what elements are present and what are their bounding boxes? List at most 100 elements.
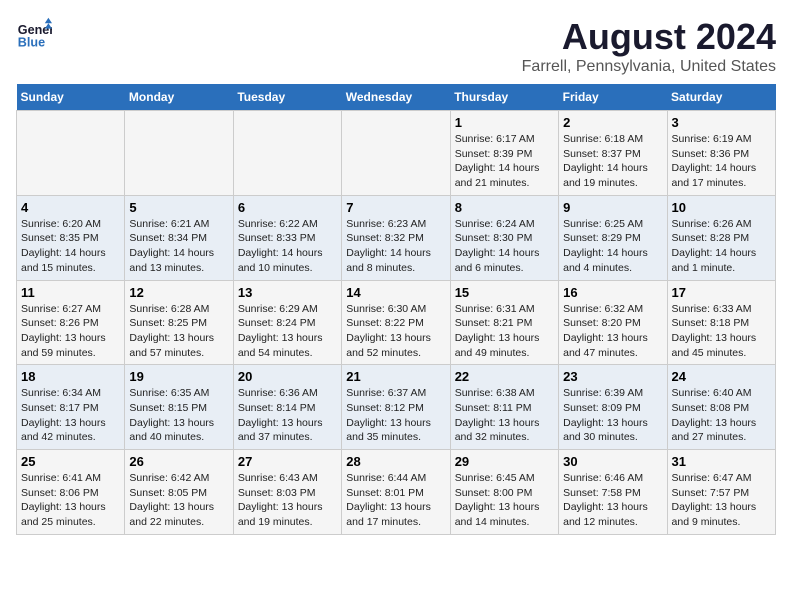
week-row: 1 Sunrise: 6:17 AM Sunset: 8:39 PM Daylig… — [17, 111, 776, 196]
day-cell — [17, 111, 125, 196]
day-cell: 19 Sunrise: 6:35 AM Sunset: 8:15 PM Dayli… — [125, 365, 233, 450]
day-cell: 22 Sunrise: 6:38 AM Sunset: 8:11 PM Dayli… — [450, 365, 558, 450]
day-number: 26 — [129, 454, 228, 469]
day-number: 19 — [129, 369, 228, 384]
day-cell: 13 Sunrise: 6:29 AM Sunset: 8:24 PM Dayli… — [233, 280, 341, 365]
calendar-header: SundayMondayTuesdayWednesdayThursdayFrid… — [17, 84, 776, 111]
day-info: Sunrise: 6:36 AM Sunset: 8:14 PM Dayligh… — [238, 386, 337, 445]
day-info: Sunrise: 6:45 AM Sunset: 8:00 PM Dayligh… — [455, 471, 554, 530]
day-info: Sunrise: 6:17 AM Sunset: 8:39 PM Dayligh… — [455, 132, 554, 191]
day-cell: 20 Sunrise: 6:36 AM Sunset: 8:14 PM Dayli… — [233, 365, 341, 450]
day-cell: 26 Sunrise: 6:42 AM Sunset: 8:05 PM Dayli… — [125, 450, 233, 535]
day-info: Sunrise: 6:29 AM Sunset: 8:24 PM Dayligh… — [238, 302, 337, 361]
day-cell: 10 Sunrise: 6:26 AM Sunset: 8:28 PM Dayli… — [667, 195, 775, 280]
calendar-table: SundayMondayTuesdayWednesdayThursdayFrid… — [16, 84, 776, 535]
calendar-body: 1 Sunrise: 6:17 AM Sunset: 8:39 PM Daylig… — [17, 111, 776, 535]
day-number: 28 — [346, 454, 445, 469]
day-cell: 12 Sunrise: 6:28 AM Sunset: 8:25 PM Dayli… — [125, 280, 233, 365]
day-number: 15 — [455, 285, 554, 300]
main-title: August 2024 — [522, 16, 776, 58]
day-number: 12 — [129, 285, 228, 300]
day-cell: 27Sunrise: 6:43 AM Sunset: 8:03 PM Dayli… — [233, 450, 341, 535]
day-number: 11 — [21, 285, 120, 300]
day-number: 8 — [455, 200, 554, 215]
day-number: 29 — [455, 454, 554, 469]
svg-text:Blue: Blue — [18, 36, 45, 50]
day-info: Sunrise: 6:34 AM Sunset: 8:17 PM Dayligh… — [21, 386, 120, 445]
day-cell: 1 Sunrise: 6:17 AM Sunset: 8:39 PM Daylig… — [450, 111, 558, 196]
day-info: Sunrise: 6:26 AM Sunset: 8:28 PM Dayligh… — [672, 217, 771, 276]
week-row: 4Sunrise: 6:20 AM Sunset: 8:35 PM Daylig… — [17, 195, 776, 280]
header-cell-monday: Monday — [125, 84, 233, 111]
day-cell: 4Sunrise: 6:20 AM Sunset: 8:35 PM Daylig… — [17, 195, 125, 280]
day-number: 25 — [21, 454, 120, 469]
day-info: Sunrise: 6:39 AM Sunset: 8:09 PM Dayligh… — [563, 386, 662, 445]
header-row: SundayMondayTuesdayWednesdayThursdayFrid… — [17, 84, 776, 111]
day-cell: 28 Sunrise: 6:44 AM Sunset: 8:01 PM Dayli… — [342, 450, 450, 535]
day-cell: 29 Sunrise: 6:45 AM Sunset: 8:00 PM Dayli… — [450, 450, 558, 535]
day-info: Sunrise: 6:33 AM Sunset: 8:18 PM Dayligh… — [672, 302, 771, 361]
day-cell: 25 Sunrise: 6:41 AM Sunset: 8:06 PM Dayli… — [17, 450, 125, 535]
day-number: 30 — [563, 454, 662, 469]
day-cell — [342, 111, 450, 196]
day-number: 23 — [563, 369, 662, 384]
day-cell: 5Sunrise: 6:21 AM Sunset: 8:34 PM Daylig… — [125, 195, 233, 280]
header-cell-thursday: Thursday — [450, 84, 558, 111]
header-cell-tuesday: Tuesday — [233, 84, 341, 111]
week-row: 18 Sunrise: 6:34 AM Sunset: 8:17 PM Dayli… — [17, 365, 776, 450]
day-number: 22 — [455, 369, 554, 384]
day-cell: 31Sunrise: 6:47 AM Sunset: 7:57 PM Dayli… — [667, 450, 775, 535]
day-info: Sunrise: 6:24 AM Sunset: 8:30 PM Dayligh… — [455, 217, 554, 276]
header-cell-sunday: Sunday — [17, 84, 125, 111]
day-number: 7 — [346, 200, 445, 215]
day-cell: 21 Sunrise: 6:37 AM Sunset: 8:12 PM Dayli… — [342, 365, 450, 450]
day-cell: 8 Sunrise: 6:24 AM Sunset: 8:30 PM Daylig… — [450, 195, 558, 280]
day-info: Sunrise: 6:40 AM Sunset: 8:08 PM Dayligh… — [672, 386, 771, 445]
day-number: 20 — [238, 369, 337, 384]
day-info: Sunrise: 6:18 AM Sunset: 8:37 PM Dayligh… — [563, 132, 662, 191]
day-number: 18 — [21, 369, 120, 384]
day-info: Sunrise: 6:42 AM Sunset: 8:05 PM Dayligh… — [129, 471, 228, 530]
day-cell: 11 Sunrise: 6:27 AM Sunset: 8:26 PM Dayli… — [17, 280, 125, 365]
subtitle: Farrell, Pennsylvania, United States — [522, 58, 776, 76]
day-number: 2 — [563, 115, 662, 130]
day-info: Sunrise: 6:46 AM Sunset: 7:58 PM Dayligh… — [563, 471, 662, 530]
day-info: Sunrise: 6:35 AM Sunset: 8:15 PM Dayligh… — [129, 386, 228, 445]
day-info: Sunrise: 6:41 AM Sunset: 8:06 PM Dayligh… — [21, 471, 120, 530]
day-number: 24 — [672, 369, 771, 384]
day-number: 17 — [672, 285, 771, 300]
header-cell-saturday: Saturday — [667, 84, 775, 111]
day-info: Sunrise: 6:43 AM Sunset: 8:03 PM Dayligh… — [238, 471, 337, 530]
day-info: Sunrise: 6:28 AM Sunset: 8:25 PM Dayligh… — [129, 302, 228, 361]
day-cell: 14Sunrise: 6:30 AM Sunset: 8:22 PM Dayli… — [342, 280, 450, 365]
day-number: 10 — [672, 200, 771, 215]
header: General Blue August 2024 Farrell, Pennsy… — [16, 16, 776, 76]
day-cell: 17 Sunrise: 6:33 AM Sunset: 8:18 PM Dayli… — [667, 280, 775, 365]
day-number: 1 — [455, 115, 554, 130]
day-cell — [125, 111, 233, 196]
day-info: Sunrise: 6:37 AM Sunset: 8:12 PM Dayligh… — [346, 386, 445, 445]
day-cell: 6Sunrise: 6:22 AM Sunset: 8:33 PM Daylig… — [233, 195, 341, 280]
day-number: 21 — [346, 369, 445, 384]
day-number: 9 — [563, 200, 662, 215]
header-cell-wednesday: Wednesday — [342, 84, 450, 111]
header-cell-friday: Friday — [559, 84, 667, 111]
day-cell: 30 Sunrise: 6:46 AM Sunset: 7:58 PM Dayli… — [559, 450, 667, 535]
day-info: Sunrise: 6:23 AM Sunset: 8:32 PM Dayligh… — [346, 217, 445, 276]
day-cell: 16 Sunrise: 6:32 AM Sunset: 8:20 PM Dayli… — [559, 280, 667, 365]
day-cell: 2 Sunrise: 6:18 AM Sunset: 8:37 PM Daylig… — [559, 111, 667, 196]
day-number: 13 — [238, 285, 337, 300]
day-info: Sunrise: 6:38 AM Sunset: 8:11 PM Dayligh… — [455, 386, 554, 445]
day-info: Sunrise: 6:32 AM Sunset: 8:20 PM Dayligh… — [563, 302, 662, 361]
day-info: Sunrise: 6:27 AM Sunset: 8:26 PM Dayligh… — [21, 302, 120, 361]
day-number: 16 — [563, 285, 662, 300]
day-cell: 24 Sunrise: 6:40 AM Sunset: 8:08 PM Dayli… — [667, 365, 775, 450]
day-cell: 23 Sunrise: 6:39 AM Sunset: 8:09 PM Dayli… — [559, 365, 667, 450]
day-info: Sunrise: 6:21 AM Sunset: 8:34 PM Dayligh… — [129, 217, 228, 276]
logo: General Blue — [16, 16, 52, 52]
day-info: Sunrise: 6:44 AM Sunset: 8:01 PM Dayligh… — [346, 471, 445, 530]
week-row: 25 Sunrise: 6:41 AM Sunset: 8:06 PM Dayli… — [17, 450, 776, 535]
day-cell: 18 Sunrise: 6:34 AM Sunset: 8:17 PM Dayli… — [17, 365, 125, 450]
day-info: Sunrise: 6:25 AM Sunset: 8:29 PM Dayligh… — [563, 217, 662, 276]
day-cell — [233, 111, 341, 196]
